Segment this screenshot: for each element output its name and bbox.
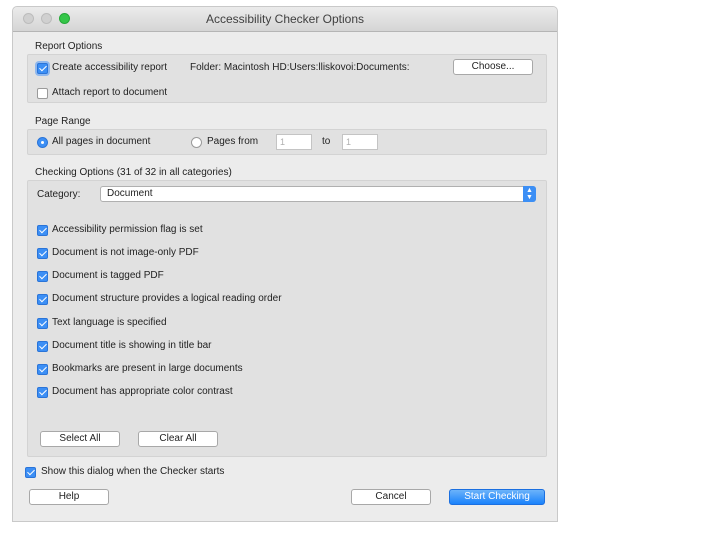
all-pages-label: All pages in document [52, 136, 151, 147]
clear-all-button[interactable]: Clear All [138, 431, 218, 447]
category-label: Category: [37, 189, 81, 200]
check-item-checkbox[interactable] [37, 387, 48, 398]
checking-options-group: Category: Document ▲ ▼ Accessibility perm… [27, 180, 547, 457]
check-item-label: Document is tagged PDF [52, 270, 164, 281]
window-title: Accessibility Checker Options [205, 12, 365, 26]
pages-from-radio[interactable] [191, 137, 202, 148]
report-options-group: Create accessibility report Folder: Maci… [27, 54, 547, 103]
category-value: Document [107, 188, 153, 199]
check-item-checkbox[interactable] [37, 341, 48, 352]
check-item-label: Document is not image-only PDF [52, 247, 199, 258]
check-item-checkbox[interactable] [37, 248, 48, 259]
attach-report-label: Attach report to document [52, 87, 168, 98]
pages-from-input[interactable]: 1 [276, 134, 312, 150]
attach-report-checkbox[interactable] [37, 88, 48, 99]
cancel-button[interactable]: Cancel [351, 489, 431, 505]
choose-folder-button[interactable]: Choose... [453, 59, 533, 75]
dialog-window: Accessibility Checker Options Report Opt… [12, 6, 558, 522]
check-item-label: Accessibility permission flag is set [52, 224, 203, 235]
check-item-checkbox[interactable] [37, 294, 48, 305]
category-select[interactable]: Document ▲ ▼ [100, 186, 536, 202]
create-report-checkbox[interactable] [37, 63, 48, 74]
create-report-label: Create accessibility report [52, 62, 168, 73]
page-range-group: All pages in document Pages from 1 to 1 [27, 129, 547, 155]
check-item-label: Document title is showing in title bar [52, 340, 212, 351]
pages-to-input[interactable]: 1 [342, 134, 378, 150]
report-options-heading: Report Options [35, 41, 103, 52]
check-item-checkbox[interactable] [37, 271, 48, 282]
check-item-checkbox[interactable] [37, 318, 48, 329]
page-range-heading: Page Range [35, 116, 91, 127]
check-item-label: Text language is specified [52, 317, 167, 328]
help-button[interactable]: Help [29, 489, 109, 505]
show-dialog-checkbox[interactable] [25, 467, 36, 478]
check-item-label: Document structure provides a logical re… [52, 293, 282, 304]
chevron-up-down-icon: ▲ ▼ [523, 186, 536, 202]
check-item-label: Document has appropriate color contrast [52, 386, 233, 397]
title-bar: Accessibility Checker Options [13, 7, 557, 32]
check-item-checkbox[interactable] [37, 225, 48, 236]
checking-options-heading: Checking Options (31 of 32 in all catego… [35, 167, 232, 178]
to-label: to [322, 136, 331, 147]
pages-from-label: Pages from [207, 136, 259, 147]
show-dialog-label: Show this dialog when the Checker starts [41, 466, 225, 477]
all-pages-radio[interactable] [37, 137, 48, 148]
check-item-label: Bookmarks are present in large documents [52, 363, 243, 374]
select-all-button[interactable]: Select All [40, 431, 120, 447]
folder-path-text: Folder: Macintosh HD:Users:lliskovoi:Doc… [190, 62, 410, 73]
check-item-checkbox[interactable] [37, 364, 48, 375]
start-checking-button[interactable]: Start Checking [449, 489, 545, 505]
